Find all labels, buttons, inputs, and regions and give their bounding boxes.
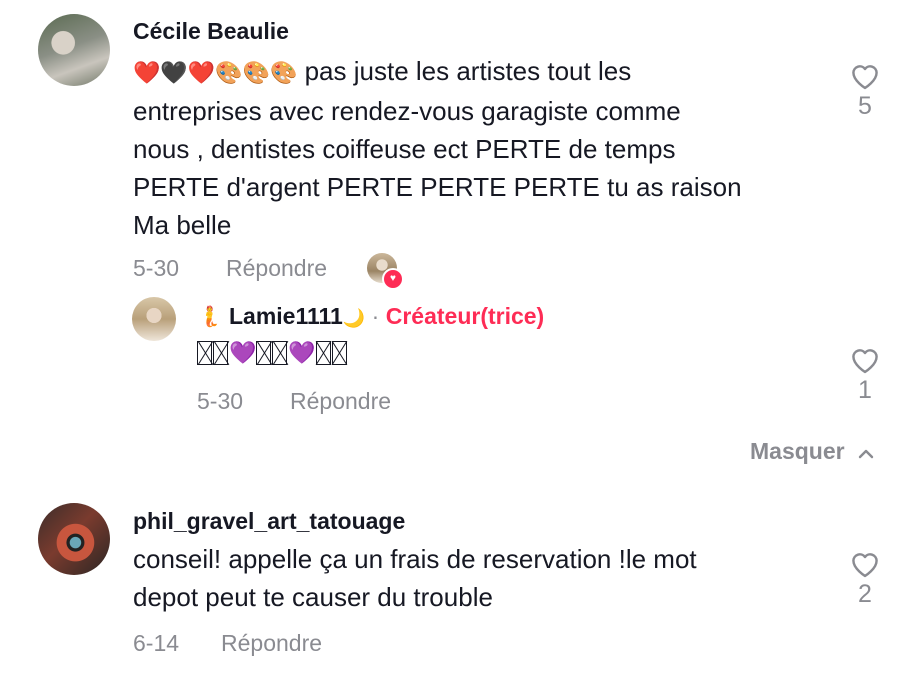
comment-date: 6-14 (133, 630, 180, 656)
reply-button[interactable]: Répondre (221, 630, 322, 657)
heart-icon: ♥ (382, 268, 404, 290)
like-count: 5 (858, 92, 872, 120)
username-badge-emoji: 🧜 (197, 306, 222, 328)
comment-date: 5-30 (133, 255, 180, 281)
avatar[interactable] (132, 297, 176, 341)
missing-glyph-box (213, 341, 228, 365)
hide-replies-button[interactable]: Masquer (750, 438, 875, 466)
avatar[interactable] (38, 14, 110, 86)
comment-username[interactable]: phil_gravel_art_tatouage (133, 508, 405, 535)
like-count: 1 (858, 376, 872, 404)
missing-glyph-box (256, 341, 272, 365)
reply-date: 5-30 (197, 388, 244, 414)
comment-username[interactable]: Cécile Beaulie (133, 18, 289, 45)
heart-outline-icon[interactable] (843, 548, 887, 578)
like-button[interactable]: 5 (843, 60, 887, 121)
missing-glyph-box (331, 341, 347, 365)
reply-text: 💜 💜 (197, 340, 348, 370)
comment-text: ❤️🖤❤️🎨🎨🎨 pas juste les artistes tout les… (133, 56, 742, 241)
comment-text: conseil! appelle ça un frais de reservat… (133, 544, 697, 612)
reply-username[interactable]: Lamie1111🌙 · Créateur(trice) (229, 303, 544, 330)
creator-badge: Créateur(trice) (385, 303, 545, 329)
avatar[interactable] (38, 503, 110, 575)
missing-glyph-box (197, 341, 212, 365)
reply-button[interactable]: Répondre (290, 388, 391, 415)
missing-glyph-box (272, 341, 288, 365)
chevron-up-icon (857, 439, 875, 466)
heart-outline-icon[interactable] (843, 60, 887, 90)
reply-button[interactable]: Répondre (226, 255, 327, 282)
emoji-prefix: ❤️🖤❤️🎨🎨🎨 (133, 60, 298, 86)
like-button[interactable]: 2 (843, 548, 887, 609)
like-button[interactable]: 1 (843, 344, 887, 405)
like-count: 2 (858, 580, 872, 608)
heart-outline-icon[interactable] (843, 344, 887, 374)
missing-glyph-box (315, 341, 331, 365)
